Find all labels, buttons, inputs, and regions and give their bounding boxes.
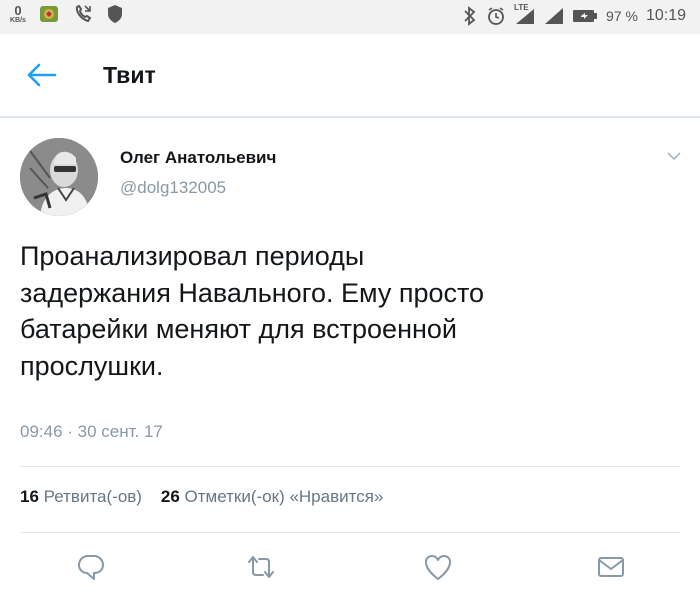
- network-speed-value: 0: [14, 3, 22, 18]
- likes-link[interactable]: 26 Отметки(-ок) «Нравится»: [161, 487, 384, 506]
- author-handle[interactable]: @dolg132005: [120, 178, 226, 198]
- tweet-stats: 16 Ретвита(-ов) 26 Отметки(-ок) «Нравитс…: [20, 487, 383, 507]
- likes-label: Отметки(-ок) «Нравится»: [184, 487, 384, 506]
- tweet-text-line: прослушки.: [20, 350, 164, 381]
- tweet-menu-button[interactable]: [667, 148, 681, 161]
- missed-call-icon: [72, 3, 94, 25]
- app-header: Твит: [0, 34, 700, 118]
- app-notification-icon: [38, 3, 60, 25]
- reply-button[interactable]: [76, 552, 106, 582]
- message-button[interactable]: [596, 552, 626, 582]
- battery-icon: [572, 8, 598, 24]
- likes-count: 26: [160, 487, 180, 506]
- back-button[interactable]: [26, 60, 58, 90]
- status-left: 0 KB/s: [10, 3, 124, 25]
- tweet-text-line: Проанализировал периоды: [20, 241, 365, 271]
- tweet-actions: [0, 552, 700, 584]
- battery-percent: 97 %: [606, 8, 638, 24]
- tweet-text-line: батарейки меняют для встроенной: [20, 314, 457, 344]
- heart-icon: [425, 555, 451, 580]
- shield-icon: [106, 4, 124, 24]
- status-bar: 0 KB/s LTE 97 % 10:19: [0, 0, 700, 34]
- network-speed: 0 KB/s: [10, 4, 26, 24]
- reply-icon: [78, 555, 104, 580]
- chevron-down-icon: [667, 152, 681, 161]
- divider: [20, 466, 680, 467]
- avatar[interactable]: [20, 138, 98, 216]
- arrow-left-icon: [27, 63, 57, 87]
- retweet-icon: [248, 556, 274, 578]
- envelope-icon: [598, 557, 624, 577]
- signal-icon: [544, 7, 564, 25]
- like-button[interactable]: [423, 552, 453, 582]
- tweet-timestamp: 09:46 · 30 сент. 17: [20, 422, 163, 441]
- retweets-link[interactable]: 16 Ретвита(-ов): [20, 487, 142, 506]
- alarm-icon: [486, 6, 506, 26]
- bluetooth-icon: [462, 6, 478, 26]
- network-speed-unit: KB/s: [10, 17, 26, 24]
- status-right: LTE 97 % 10:19: [462, 3, 686, 26]
- author-name[interactable]: Олег Анатольевич: [120, 148, 276, 168]
- clock-time: 10:19: [645, 7, 686, 24]
- tweet-text: Проанализировал периоды задержания Навал…: [20, 238, 680, 384]
- network-type: LTE: [514, 3, 529, 12]
- tweet-text-line: задержания Навального. Ему просто: [20, 277, 485, 308]
- divider: [20, 532, 680, 533]
- page-title: Твит: [103, 62, 156, 88]
- retweets-count: 16: [20, 487, 39, 506]
- retweet-button[interactable]: [246, 552, 276, 582]
- retweets-label: Ретвита(-ов): [43, 487, 142, 506]
- lte-signal-icon: LTE: [514, 3, 536, 25]
